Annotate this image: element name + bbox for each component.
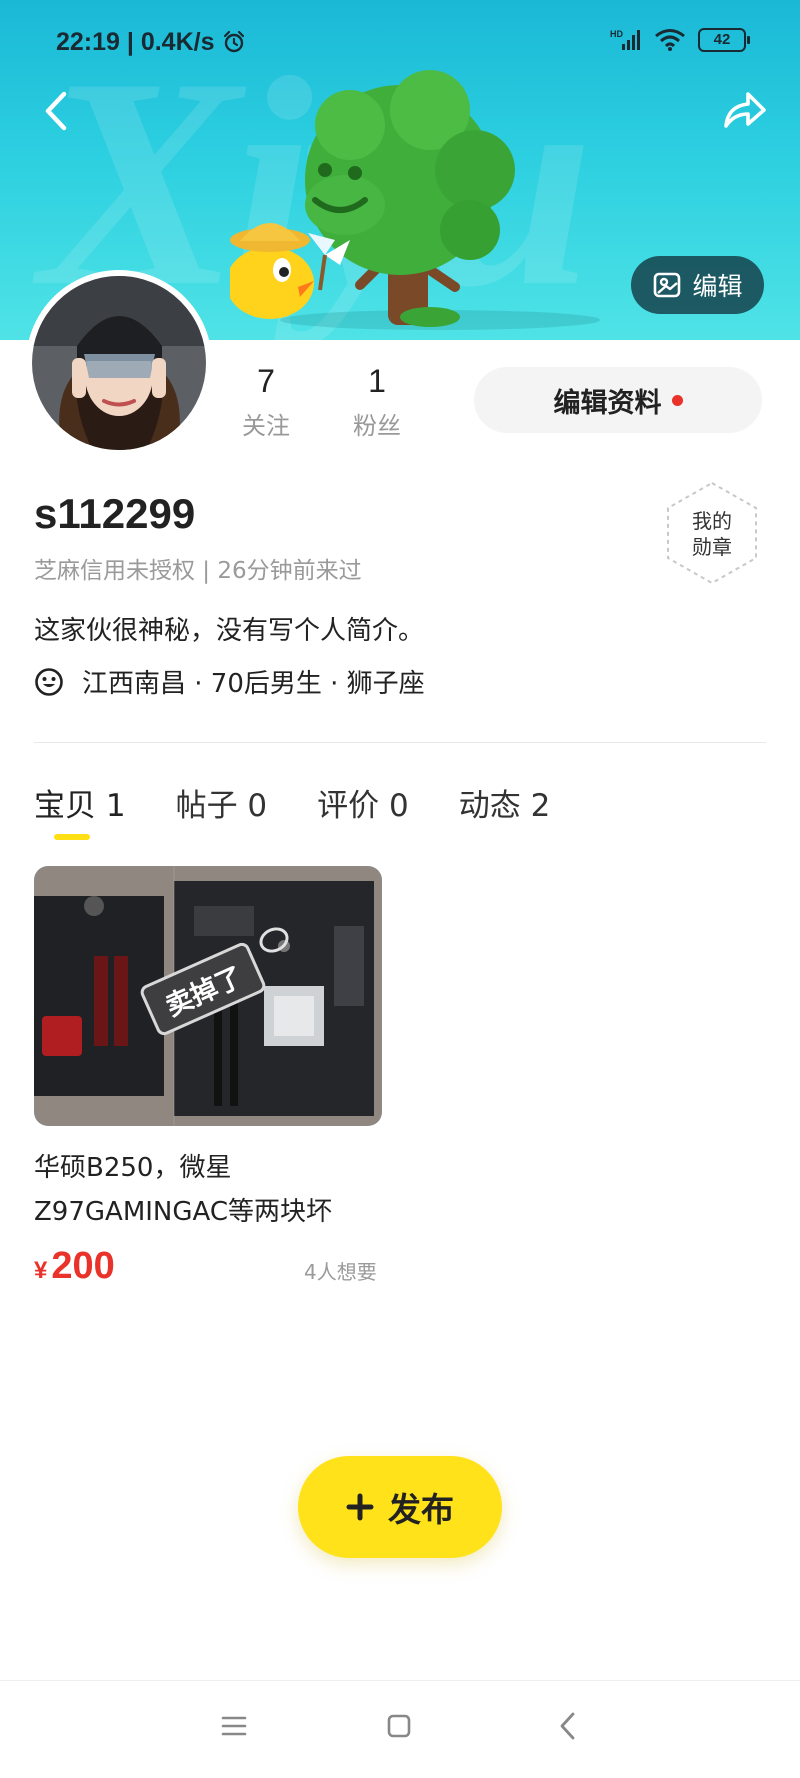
publish-button[interactable]: 发布 [298,1456,502,1558]
smile-icon [35,667,63,696]
item-title[interactable]: 华硕B250，微星Z97GAMINGAC等两块坏 [34,1146,394,1234]
home-square-icon[interactable] [386,1713,412,1739]
avatar[interactable] [26,270,212,456]
profile-bio: 这家伙很神秘，没有写个人简介。 [34,616,425,646]
wifi-icon [655,29,685,51]
followers-label: 粉丝 [353,412,401,440]
image-icon [654,272,681,298]
credit-status: 芝麻信用未授权 | 26分钟前来过 [34,558,362,584]
status-time: 22:19 | 0.4K/s [56,28,215,56]
edit-cover-button[interactable]: 编辑 [631,256,764,314]
battery-indicator: 42 [698,28,750,52]
following-stat[interactable]: 7 关注 [242,363,290,441]
alarm-icon [223,30,245,53]
price-value: 200 [51,1245,115,1287]
share-icon[interactable] [718,86,768,136]
followers-stat[interactable]: 1 粉丝 [353,363,401,441]
section-divider [34,742,766,743]
tab-items[interactable]: 宝贝 1 [34,780,126,825]
username: s112299 [34,490,196,537]
publish-label: 发布 [388,1490,454,1529]
currency-symbol: ¥ [34,1257,48,1284]
wants-count: 4人想要 [304,1260,377,1284]
tab-reviews[interactable]: 评价 0 [317,780,409,825]
edit-profile-button[interactable]: 编辑资料 [474,367,762,433]
svg-text:HD: HD [610,29,623,39]
profile-tabs: 宝贝 1 帖子 0 评价 0 动态 2 [34,780,550,825]
plus-icon [346,1493,374,1521]
signal-icon: HD [610,29,640,50]
medal-label-line2: 勋章 [692,535,732,559]
medal-label-line1: 我的 [692,509,732,533]
item-price: ¥200 [34,1245,115,1288]
profile-info-text: 江西南昌 · 70后男生 · 狮子座 [82,669,425,699]
followers-count: 1 [368,363,386,399]
system-navigation-bar [0,1680,800,1778]
edit-profile-label: 编辑资料 [553,387,662,419]
status-icons: HD 42 [610,28,750,52]
edit-cover-label: 编辑 [692,272,743,301]
back-icon[interactable] [36,86,76,136]
following-count: 7 [257,363,275,399]
tab-posts[interactable]: 帖子 0 [176,780,268,825]
following-label: 关注 [242,412,290,440]
profile-info: 江西南昌 · 70后男生 · 狮子座 [34,663,425,700]
nav-back-icon[interactable] [557,1711,579,1741]
avatar-image [32,276,206,450]
notification-dot [671,394,683,406]
menu-icon[interactable] [221,1713,247,1739]
item-card-image[interactable]: 卖掉了 [34,866,382,1126]
my-medals-link[interactable]: 我的 勋章 [664,508,760,560]
active-tab-indicator [54,834,90,840]
banner-mascot-illustration [230,70,600,330]
tab-activity[interactable]: 动态 2 [459,780,551,825]
